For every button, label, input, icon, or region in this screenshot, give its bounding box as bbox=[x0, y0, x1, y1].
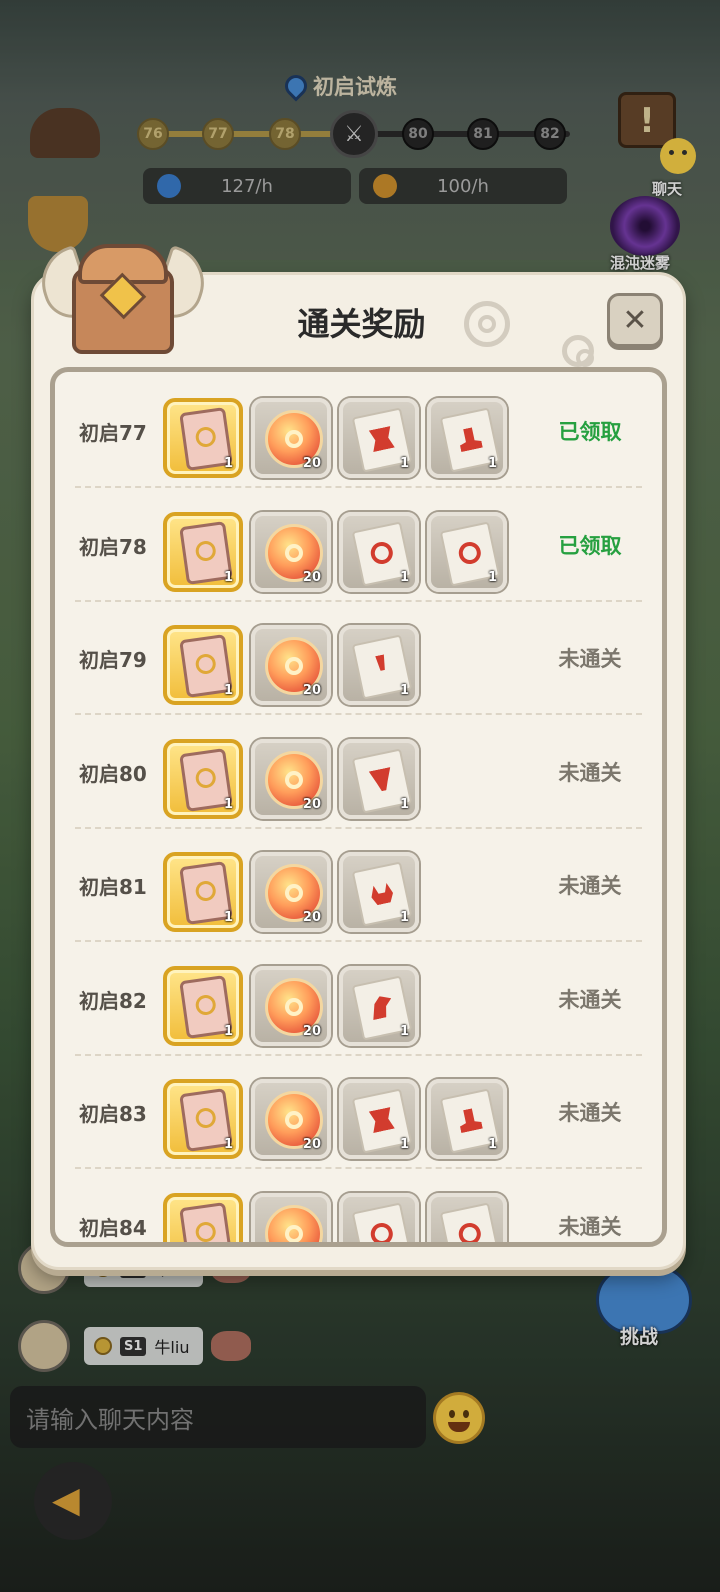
rewards-list-frame: 初启77 1 20 1 1 已领取 初启78 1 20 1 1 已领取 初启79 1 20 1 未通关 初启80 1… bbox=[50, 367, 667, 1247]
claimed-status: 已领取 bbox=[558, 420, 622, 444]
reward-scroll-item[interactable]: 1 bbox=[163, 852, 243, 932]
item-quantity: 1 bbox=[487, 569, 497, 585]
cup-icon bbox=[369, 766, 395, 792]
item-quantity: 1 bbox=[223, 910, 233, 925]
boot-icon bbox=[457, 426, 483, 452]
ribbon-icon bbox=[369, 1107, 395, 1133]
item-quantity: 1 bbox=[223, 456, 233, 471]
reward-gear-card-item[interactable]: 1 bbox=[427, 398, 507, 478]
reward-row: 初启83 1 20 1 1 未通关 bbox=[55, 1055, 662, 1169]
item-quantity: 1 bbox=[487, 1137, 497, 1152]
locked-status: 未通关 bbox=[558, 760, 622, 785]
reward-gear-card-item[interactable]: 1 bbox=[339, 625, 419, 705]
item-quantity: 1 bbox=[399, 796, 409, 812]
gear-card-icon bbox=[439, 1201, 501, 1242]
reward-scroll-item[interactable]: 1 bbox=[163, 965, 243, 1046]
item-quantity: 20 bbox=[302, 796, 321, 812]
reward-row: 初启84 未通关 bbox=[55, 1169, 662, 1242]
item-quantity: 1 bbox=[223, 1023, 233, 1039]
horn-icon bbox=[369, 880, 395, 906]
item-quantity: 1 bbox=[399, 1137, 409, 1152]
reward-scroll-item[interactable]: 1 bbox=[163, 738, 243, 819]
reward-gear-card-item[interactable] bbox=[339, 1192, 419, 1242]
item-quantity: 20 bbox=[302, 1023, 321, 1039]
reward-gear-card-item[interactable]: 1 bbox=[339, 511, 419, 592]
item-quantity: 1 bbox=[399, 1023, 409, 1039]
ribbon-icon bbox=[369, 426, 395, 452]
item-quantity: 20 bbox=[302, 456, 321, 471]
reward-orb-item[interactable]: 20 bbox=[251, 511, 331, 592]
item-quantity: 1 bbox=[223, 1137, 233, 1152]
close-icon: ✕ bbox=[622, 302, 648, 338]
bang-icon bbox=[369, 653, 395, 679]
ring-icon bbox=[456, 1220, 483, 1242]
locked-status: 未通关 bbox=[558, 874, 622, 898]
locked-status: 未通关 bbox=[558, 1214, 622, 1239]
close-button[interactable]: ✕ bbox=[607, 293, 663, 347]
reward-gear-card-item[interactable]: 1 bbox=[339, 965, 419, 1046]
item-quantity: 1 bbox=[399, 456, 409, 471]
locked-status: 未通关 bbox=[558, 647, 622, 671]
reward-scroll-item[interactable] bbox=[163, 1192, 243, 1242]
item-quantity: 1 bbox=[223, 569, 233, 585]
stage-label: 初启78 bbox=[79, 534, 147, 559]
reward-scroll-item[interactable]: 1 bbox=[163, 1079, 243, 1159]
ring-icon bbox=[368, 539, 395, 566]
item-quantity: 1 bbox=[487, 456, 497, 471]
reward-row: 初启79 1 20 1 未通关 bbox=[55, 601, 662, 715]
reward-orb-item[interactable]: 20 bbox=[251, 852, 331, 932]
item-quantity: 1 bbox=[223, 683, 233, 698]
scroll-icon bbox=[179, 1201, 233, 1242]
orb-icon bbox=[265, 1204, 323, 1242]
reward-row: 初启77 1 20 1 1 已领取 bbox=[55, 374, 662, 488]
item-quantity: 1 bbox=[223, 796, 233, 812]
reward-gear-card-item[interactable]: 1 bbox=[339, 852, 419, 932]
reward-orb-item[interactable]: 20 bbox=[251, 625, 331, 705]
item-quantity: 20 bbox=[302, 910, 321, 925]
ring-icon bbox=[368, 1220, 395, 1242]
rewards-list[interactable]: 初启77 1 20 1 1 已领取 初启78 1 20 1 1 已领取 初启79 1 20 1 未通关 初启80 1… bbox=[55, 372, 662, 1242]
treasure-chest-icon bbox=[32, 240, 214, 360]
reward-row: 初启82 1 20 1 未通关 bbox=[55, 942, 662, 1056]
stage-label: 初启79 bbox=[79, 648, 147, 672]
gear-card-icon bbox=[351, 1201, 413, 1242]
reward-gear-card-item[interactable]: 1 bbox=[427, 511, 507, 592]
reward-row: 初启81 1 20 1 未通关 bbox=[55, 828, 662, 942]
reward-scroll-item[interactable]: 1 bbox=[163, 511, 243, 592]
stage-label: 初启80 bbox=[79, 761, 147, 786]
reward-orb-item[interactable]: 20 bbox=[251, 1079, 331, 1159]
reward-row: 初启78 1 20 1 1 已领取 bbox=[55, 488, 662, 602]
reward-orb-item[interactable]: 20 bbox=[251, 965, 331, 1046]
item-quantity: 1 bbox=[399, 569, 409, 585]
reward-orb-item[interactable]: 20 bbox=[251, 398, 331, 478]
wing-icon bbox=[369, 993, 395, 1019]
stage-label: 初启84 bbox=[79, 1215, 147, 1240]
reward-gear-card-item[interactable]: 1 bbox=[339, 398, 419, 478]
stage-label: 初启81 bbox=[79, 875, 147, 899]
reward-row: 初启80 1 20 1 未通关 bbox=[55, 715, 662, 829]
item-quantity: 20 bbox=[302, 569, 321, 585]
reward-gear-card-item[interactable]: 1 bbox=[427, 1079, 507, 1159]
boot-icon bbox=[457, 1107, 483, 1133]
reward-orb-item[interactable]: 20 bbox=[251, 738, 331, 819]
reward-gear-card-item[interactable] bbox=[427, 1192, 507, 1242]
stage-label: 初启77 bbox=[79, 421, 147, 445]
reward-gear-card-item[interactable]: 1 bbox=[339, 1079, 419, 1159]
stage-label: 初启82 bbox=[79, 988, 147, 1013]
locked-status: 未通关 bbox=[558, 1101, 622, 1125]
reward-orb-item[interactable] bbox=[251, 1192, 331, 1242]
stage-label: 初启83 bbox=[79, 1102, 147, 1126]
rewards-modal: 通关奖励 ✕ 初启77 1 20 1 1 已领取 初启78 1 20 1 1 已领取 初启79 1 20 1 未… bbox=[31, 272, 686, 1270]
reward-scroll-item[interactable]: 1 bbox=[163, 625, 243, 705]
locked-status: 未通关 bbox=[558, 987, 622, 1012]
item-quantity: 20 bbox=[302, 1137, 321, 1152]
ring-icon bbox=[456, 539, 483, 566]
reward-gear-card-item[interactable]: 1 bbox=[339, 738, 419, 819]
item-quantity: 1 bbox=[399, 683, 409, 698]
claimed-status: 已领取 bbox=[558, 533, 622, 558]
item-quantity: 1 bbox=[399, 910, 409, 925]
reward-scroll-item[interactable]: 1 bbox=[163, 398, 243, 478]
item-quantity: 20 bbox=[302, 683, 321, 698]
